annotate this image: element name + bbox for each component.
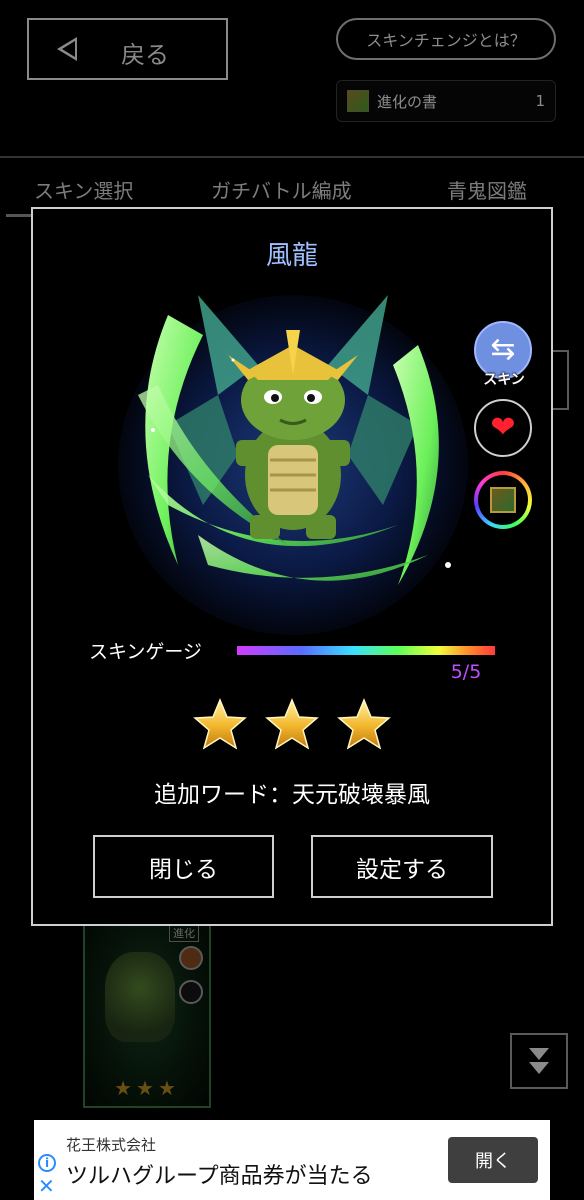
skin-detail-dialog: 風龍 ⇆ スキン ❤ スキンゲージ 5/5 追加ワード：天元破壊暴風 閉じる 設… <box>31 207 553 926</box>
close-button[interactable]: 閉じる <box>93 835 274 898</box>
back-label: 戻る <box>121 41 169 69</box>
dragon-thumbnail <box>105 952 175 1042</box>
star-icon <box>336 697 392 753</box>
chevron-down-icon <box>529 1048 549 1060</box>
ad-banner[interactable]: i ✕ 花王株式会社 ツルハグループ商品券が当たる 開く <box>34 1120 550 1200</box>
added-word-text: 追加ワード：天元破壊暴風 <box>154 782 430 808</box>
book-icon <box>490 487 516 513</box>
thumbnail-stars: ★★★ <box>114 1076 180 1100</box>
rarity-stars <box>33 697 551 757</box>
back-arrow-icon <box>57 37 77 61</box>
wind-dragon-artwork <box>108 275 478 635</box>
ad-open-button[interactable]: 開く <box>448 1137 538 1183</box>
evolution-tag: 進化 <box>169 924 199 942</box>
ad-info-icon[interactable]: i <box>38 1154 56 1172</box>
evolution-book-counter: 進化の書 1 <box>336 80 556 122</box>
scroll-down-button[interactable] <box>510 1033 568 1089</box>
book-icon <box>347 90 369 112</box>
dialog-title: 風龍 <box>265 241 318 271</box>
star-icon <box>192 697 248 753</box>
skin-change-help-button[interactable]: スキンチェンジとは？ <box>336 18 556 60</box>
skin-icon <box>179 946 203 970</box>
header-divider <box>0 156 584 158</box>
skin-gauge-value: 5/5 <box>450 661 482 683</box>
tab-skin-select[interactable]: スキン選択 <box>34 175 133 204</box>
tab-ao-oni-book[interactable]: 青鬼図鑑 <box>447 175 527 204</box>
skin-gauge-bar <box>237 646 495 655</box>
side-panel-edge <box>551 350 569 410</box>
skin-gauge-fill <box>237 646 495 655</box>
skin-card-thumbnail[interactable]: 進化 ★★★ <box>83 920 211 1108</box>
ad-headline: ツルハグループ商品券が当たる <box>66 1164 373 1189</box>
book-icon <box>179 980 203 1004</box>
item-count: 1 <box>535 92 545 110</box>
ad-company: 花王株式会社 <box>66 1136 157 1154</box>
chevron-down-icon <box>529 1062 549 1074</box>
swap-icon: ⇆ <box>490 332 516 367</box>
evolution-book-frame <box>478 475 528 525</box>
evolution-book-button[interactable] <box>474 471 532 529</box>
star-icon <box>264 697 320 753</box>
tab-gacha-battle[interactable]: ガチバトル編成 <box>211 175 352 204</box>
favorite-button[interactable]: ❤ <box>474 399 532 457</box>
skin-button-label: スキン <box>483 372 525 388</box>
back-button[interactable]: 戻る <box>27 18 228 80</box>
item-name: 進化の書 <box>377 92 438 111</box>
set-button[interactable]: 設定する <box>311 835 493 898</box>
skin-gauge-label: スキンゲージ <box>89 641 203 663</box>
heart-icon: ❤ <box>490 410 516 445</box>
ad-close-icon[interactable]: ✕ <box>38 1176 55 1196</box>
